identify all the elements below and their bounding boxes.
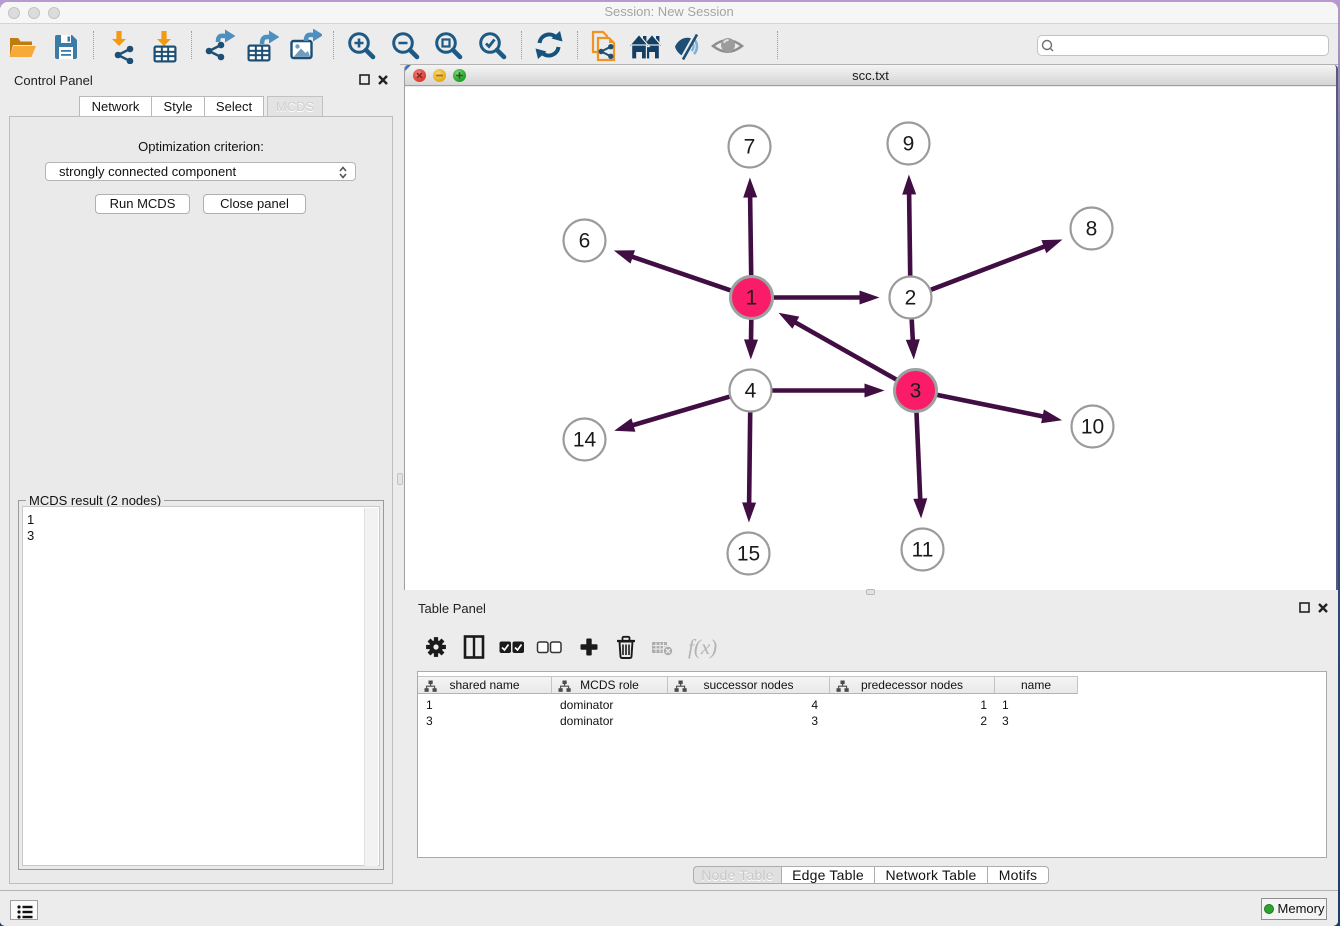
svg-text:9: 9 [903,133,915,156]
svg-text:3: 3 [910,380,922,403]
svg-text:f(x): f(x) [688,635,717,659]
svg-text:14: 14 [573,429,597,452]
svg-text:6: 6 [579,230,591,253]
svg-text:10: 10 [1081,416,1104,439]
svg-text:7: 7 [744,136,756,159]
svg-text:11: 11 [912,539,934,562]
svg-text:2: 2 [905,287,917,310]
svg-text:4: 4 [745,380,757,403]
svg-text:1: 1 [746,287,758,310]
svg-text:15: 15 [737,543,760,566]
svg-text:8: 8 [1086,218,1098,241]
